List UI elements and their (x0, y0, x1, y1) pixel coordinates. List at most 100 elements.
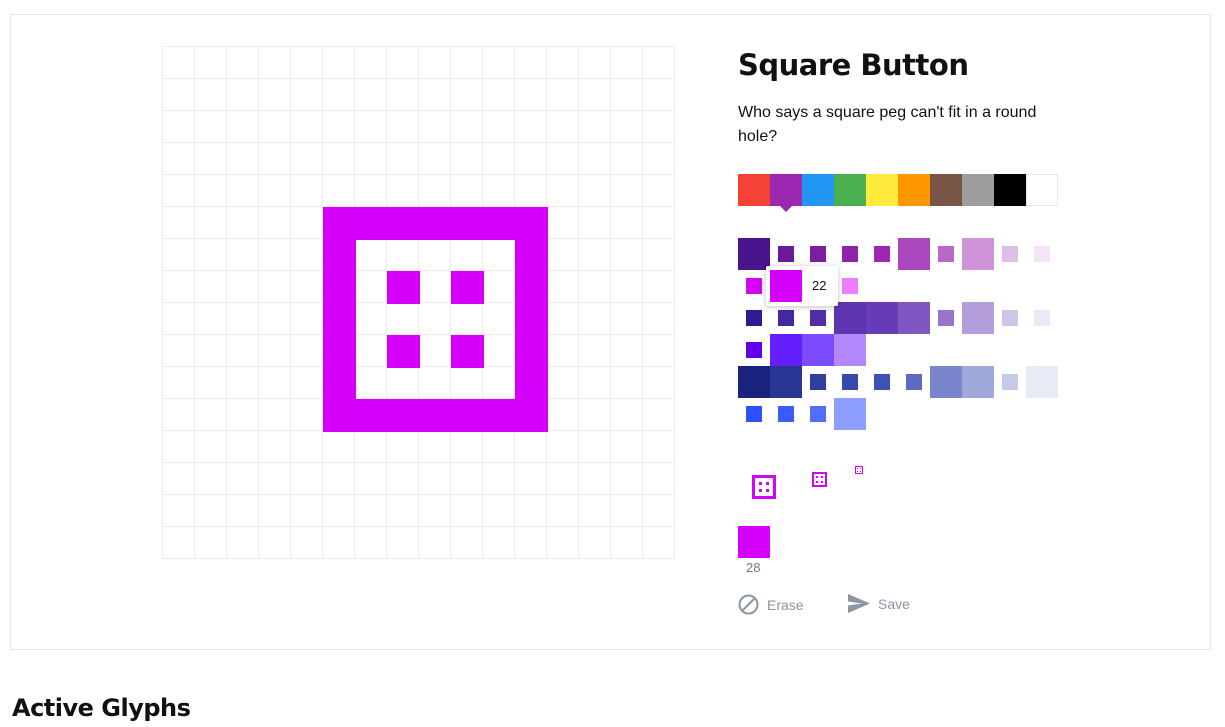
grid-cell[interactable] (227, 271, 259, 303)
shade-swatch[interactable] (802, 334, 834, 366)
glyph-pixel[interactable] (419, 399, 452, 432)
grid-cell[interactable] (163, 399, 195, 431)
grid-cell[interactable] (163, 335, 195, 367)
grid-cell[interactable] (419, 463, 451, 495)
grid-cell[interactable] (163, 431, 195, 463)
grid-cell[interactable] (547, 271, 579, 303)
shade-swatch[interactable] (770, 366, 802, 398)
grid-cell[interactable] (643, 431, 675, 463)
grid-cell[interactable] (195, 79, 227, 111)
grid-cell[interactable] (227, 207, 259, 239)
grid-cell[interactable] (451, 239, 483, 271)
grid-cell[interactable] (547, 495, 579, 527)
grid-cell[interactable] (387, 239, 419, 271)
palette-swatch[interactable] (738, 174, 770, 206)
palette-swatch[interactable] (866, 174, 898, 206)
grid-cell[interactable] (355, 143, 387, 175)
grid-cell[interactable] (451, 47, 483, 79)
grid-cell[interactable] (163, 111, 195, 143)
shade-swatch[interactable] (898, 366, 930, 398)
grid-cell[interactable] (643, 111, 675, 143)
grid-cell[interactable] (227, 399, 259, 431)
grid-cell[interactable] (227, 239, 259, 271)
glyph-pixel[interactable] (451, 207, 484, 240)
grid-cell[interactable] (163, 303, 195, 335)
glyph-pixel[interactable] (515, 207, 548, 240)
shade-swatch[interactable] (738, 366, 770, 398)
grid-cell[interactable] (387, 79, 419, 111)
grid-cell[interactable] (163, 47, 195, 79)
palette-swatch[interactable] (930, 174, 962, 206)
grid-cell[interactable] (355, 463, 387, 495)
grid-cell[interactable] (643, 175, 675, 207)
glyph-pixel[interactable] (323, 303, 356, 336)
grid-cell[interactable] (611, 463, 643, 495)
grid-cell[interactable] (451, 495, 483, 527)
grid-cell[interactable] (163, 463, 195, 495)
glyph-pixel[interactable] (323, 367, 356, 400)
shade-swatch[interactable] (834, 302, 866, 334)
shade-swatch[interactable] (1026, 302, 1058, 334)
grid-cell[interactable] (163, 143, 195, 175)
grid-cell[interactable] (355, 79, 387, 111)
shade-swatch[interactable] (866, 366, 898, 398)
glyph-pixel[interactable] (355, 399, 388, 432)
shade-swatch[interactable] (834, 270, 866, 302)
grid-cell[interactable] (579, 527, 611, 559)
grid-cell[interactable] (355, 367, 387, 399)
grid-cell[interactable] (483, 463, 515, 495)
glyph-pixel[interactable] (323, 399, 356, 432)
grid-cell[interactable] (227, 527, 259, 559)
shade-swatch[interactable] (1026, 238, 1058, 270)
grid-cell[interactable] (547, 303, 579, 335)
grid-cell[interactable] (163, 271, 195, 303)
erase-button[interactable]: Erase (738, 594, 804, 615)
grid-cell[interactable] (451, 367, 483, 399)
glyph-pixel[interactable] (483, 207, 516, 240)
grid-cell[interactable] (387, 47, 419, 79)
glyph-pixel[interactable] (451, 335, 484, 368)
grid-cell[interactable] (419, 271, 451, 303)
grid-cell[interactable] (291, 79, 323, 111)
grid-cell[interactable] (291, 303, 323, 335)
grid-cell[interactable] (291, 207, 323, 239)
glyph-pixel[interactable] (323, 239, 356, 272)
grid-cell[interactable] (451, 463, 483, 495)
pixel-grid[interactable] (162, 46, 675, 559)
grid-cell[interactable] (515, 47, 547, 79)
grid-cell[interactable] (195, 303, 227, 335)
grid-cell[interactable] (259, 335, 291, 367)
grid-cell[interactable] (387, 431, 419, 463)
grid-cell[interactable] (419, 47, 451, 79)
grid-cell[interactable] (611, 239, 643, 271)
grid-cell[interactable] (323, 431, 355, 463)
grid-cell[interactable] (387, 175, 419, 207)
grid-cell[interactable] (419, 367, 451, 399)
grid-cell[interactable] (515, 111, 547, 143)
shade-swatch[interactable] (930, 238, 962, 270)
grid-cell[interactable] (259, 143, 291, 175)
shade-swatch[interactable] (930, 302, 962, 334)
grid-cell[interactable] (643, 495, 675, 527)
shade-swatch[interactable] (738, 238, 770, 270)
shade-swatch[interactable] (994, 366, 1026, 398)
grid-cell[interactable] (195, 431, 227, 463)
grid-cell[interactable] (387, 495, 419, 527)
glyph-pixel[interactable] (515, 335, 548, 368)
shade-swatch[interactable] (962, 302, 994, 334)
glyph-pixel[interactable] (483, 399, 516, 432)
grid-cell[interactable] (195, 143, 227, 175)
grid-cell[interactable] (547, 47, 579, 79)
grid-cell[interactable] (259, 527, 291, 559)
grid-cell[interactable] (355, 111, 387, 143)
grid-cell[interactable] (163, 79, 195, 111)
palette-swatch[interactable] (770, 174, 802, 212)
shade-swatch[interactable] (770, 334, 802, 366)
shade-swatch[interactable] (834, 334, 866, 366)
grid-cell[interactable] (579, 271, 611, 303)
grid-cell[interactable] (483, 239, 515, 271)
grid-cell[interactable] (611, 527, 643, 559)
grid-cell[interactable] (227, 335, 259, 367)
grid-cell[interactable] (387, 367, 419, 399)
grid-cell[interactable] (579, 335, 611, 367)
